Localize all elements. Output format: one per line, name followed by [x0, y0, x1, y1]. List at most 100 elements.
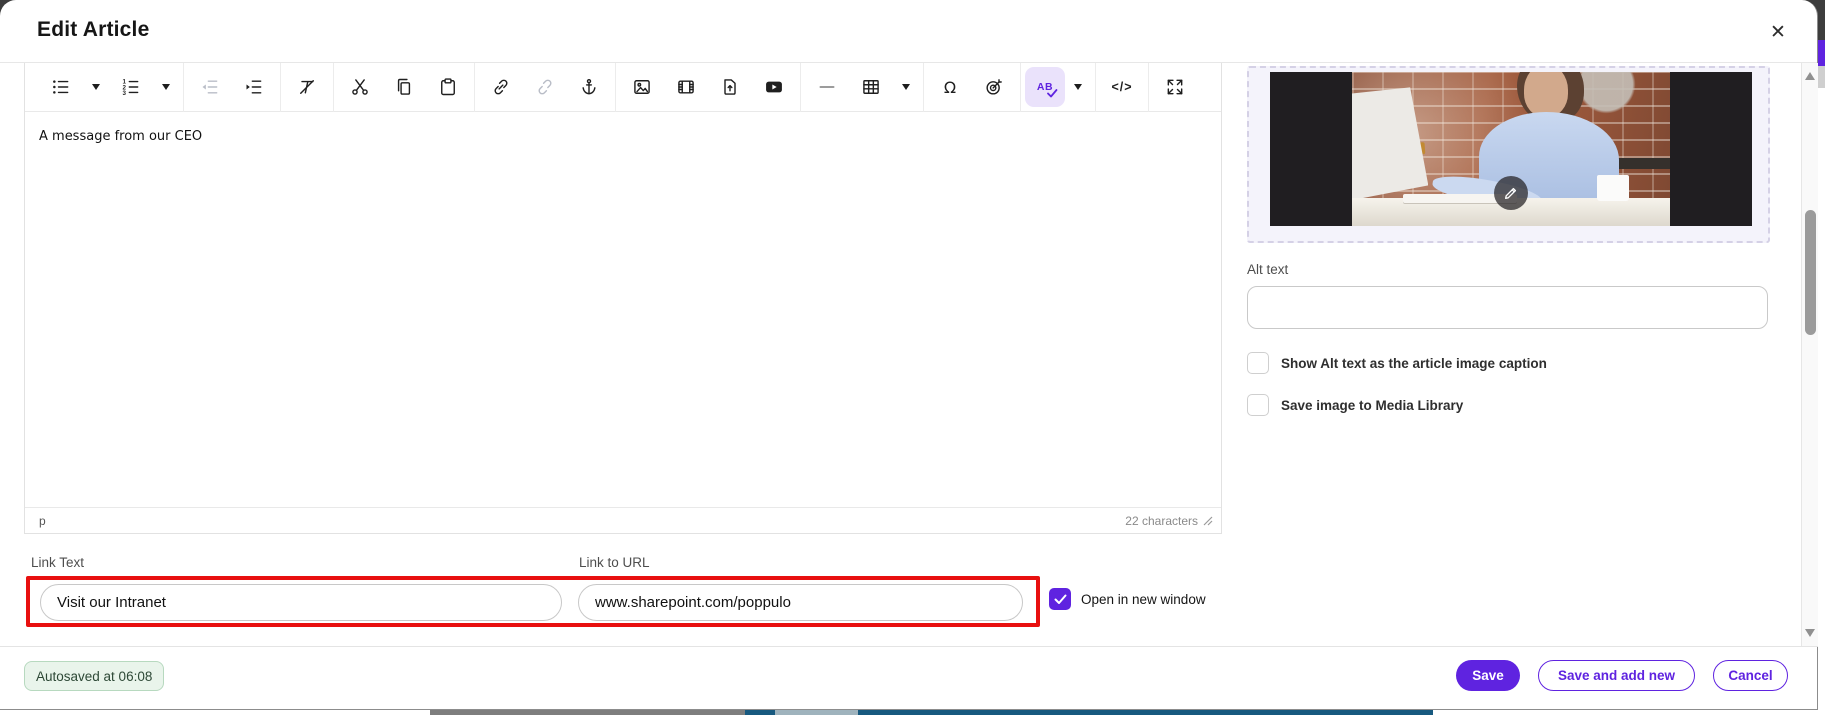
copy-icon [394, 77, 414, 97]
personalization-target-button[interactable] [972, 66, 1016, 108]
save-image-to-media-library-checkbox[interactable] [1247, 394, 1269, 416]
code-view-button[interactable]: </> [1100, 66, 1144, 108]
toolbar-separator [280, 62, 281, 112]
scrollbar-thumb[interactable] [1805, 210, 1816, 335]
autosave-badge: Autosaved at 06:08 [24, 661, 165, 691]
special-characters-button[interactable]: Ω [928, 66, 972, 108]
link-text-input[interactable] [40, 584, 562, 621]
editor-statusbar: p 22 characters [25, 507, 1221, 533]
anchor-button[interactable] [567, 66, 611, 108]
indent-icon [244, 77, 264, 97]
resize-grip-icon[interactable] [1203, 516, 1213, 526]
numbered-list-icon: 123 [121, 77, 141, 97]
insert-table-button[interactable] [849, 66, 893, 108]
link-url-label: Link to URL [579, 555, 650, 570]
editor-content-area[interactable]: A message from our CEO [25, 112, 1221, 508]
insert-link-button[interactable] [479, 66, 523, 108]
scroll-down-arrow[interactable] [1805, 629, 1815, 637]
save-and-add-new-button[interactable]: Save and add new [1538, 660, 1695, 691]
backdrop-edge [858, 710, 1433, 715]
backdrop-edge [1818, 40, 1825, 66]
unlink-icon [535, 77, 555, 97]
spellcheck-ab-dropdown-button[interactable] [1065, 66, 1091, 108]
toolbar-separator [474, 62, 475, 112]
fullscreen-button[interactable] [1153, 66, 1197, 108]
toolbar-separator [923, 62, 924, 112]
editor-paragraph: A message from our CEO [39, 129, 203, 144]
save-image-to-media-library-checkbox-label: Save image to Media Library [1281, 397, 1464, 413]
modal-header: Edit Article ✕ [0, 0, 1817, 63]
backdrop-edge [745, 710, 775, 715]
copy-button[interactable] [382, 66, 426, 108]
spellcheck-ab-icon: AB [1037, 81, 1058, 98]
scroll-up-arrow[interactable] [1805, 72, 1815, 80]
insert-table-icon [861, 77, 881, 97]
insert-image-button[interactable] [620, 66, 664, 108]
clear-formatting-button[interactable] [285, 66, 329, 108]
backdrop-edge [775, 710, 858, 715]
horizontal-line-button[interactable] [805, 66, 849, 108]
personalization-target-icon [984, 77, 1004, 97]
chevron-down-icon [162, 84, 170, 90]
special-characters-icon: Ω [943, 77, 957, 97]
bullet-list-button[interactable] [39, 66, 83, 108]
show-alt-text-caption-checkbox-label: Show Alt text as the article image capti… [1281, 355, 1547, 371]
toolbar-separator [1148, 62, 1149, 112]
youtube-button[interactable] [752, 66, 796, 108]
insert-link-icon [491, 77, 511, 97]
article-image-preview [1270, 72, 1752, 226]
bullet-list-dropdown-button[interactable] [83, 66, 109, 108]
show-alt-text-caption-checkbox[interactable] [1247, 352, 1269, 374]
editor-toolbar: 1 2 3 Ω AB </> [25, 62, 1221, 112]
fullscreen-icon [1165, 77, 1185, 97]
toolbar-separator [800, 62, 801, 112]
rich-text-editor: 1 2 3 Ω AB </> A message from our CEO p 22 ch… [24, 62, 1222, 534]
clear-formatting-icon [297, 77, 317, 97]
insert-video-button[interactable] [664, 66, 708, 108]
backdrop-edge [430, 710, 745, 715]
scrollbar [1801, 63, 1818, 646]
open-in-new-window-label: Open in new window [1081, 592, 1206, 607]
checkbox-row: Save image to Media Library [1247, 394, 1463, 416]
numbered-list-button[interactable]: 123 [109, 66, 153, 108]
chevron-down-icon [902, 84, 910, 90]
horizontal-line-icon [817, 77, 837, 97]
edit-image-button[interactable] [1494, 176, 1528, 210]
backdrop-edge [1818, 66, 1825, 88]
link-text-label: Link Text [31, 555, 85, 570]
toolbar-separator [1020, 62, 1021, 112]
cut-button[interactable] [338, 66, 382, 108]
edit-article-modal: Edit Article ✕ 1 2 3 Ω AB </> A message from … [0, 0, 1818, 710]
insert-file-icon [720, 77, 740, 97]
toolbar-separator [615, 62, 616, 112]
insert-table-dropdown-button[interactable] [893, 66, 919, 108]
footer-divider [0, 646, 1818, 647]
open-in-new-window-checkbox[interactable] [1049, 588, 1071, 610]
check-icon [1054, 594, 1066, 604]
alt-text-input[interactable] [1247, 286, 1768, 329]
link-url-input[interactable] [578, 584, 1023, 621]
page-title: Edit Article [37, 18, 150, 41]
backdrop-edge [1818, 28, 1825, 40]
insert-image-icon [632, 77, 652, 97]
insert-file-button[interactable] [708, 66, 752, 108]
article-image-dropzone [1247, 66, 1770, 243]
unlink-button[interactable] [523, 66, 567, 108]
outdent-icon [200, 77, 220, 97]
numbered-list-dropdown-button[interactable] [153, 66, 179, 108]
paste-button[interactable] [426, 66, 470, 108]
toolbar-separator [1095, 62, 1096, 112]
screen: Edit Article ✕ 1 2 3 Ω AB </> A message from … [0, 0, 1825, 715]
outdent-button[interactable] [188, 66, 232, 108]
svg-text:3: 3 [123, 90, 127, 97]
pencil-icon [1505, 187, 1517, 199]
indent-button[interactable] [232, 66, 276, 108]
paste-icon [438, 77, 458, 97]
checkbox-row: Show Alt text as the article image capti… [1247, 352, 1547, 374]
spellcheck-ab-button[interactable]: AB [1025, 67, 1065, 107]
char-count: 22 characters [1125, 513, 1198, 528]
alt-text-label: Alt text [1247, 262, 1289, 277]
save-button[interactable]: Save [1456, 660, 1520, 691]
cancel-button[interactable]: Cancel [1713, 660, 1788, 691]
close-icon[interactable]: ✕ [1765, 20, 1791, 46]
